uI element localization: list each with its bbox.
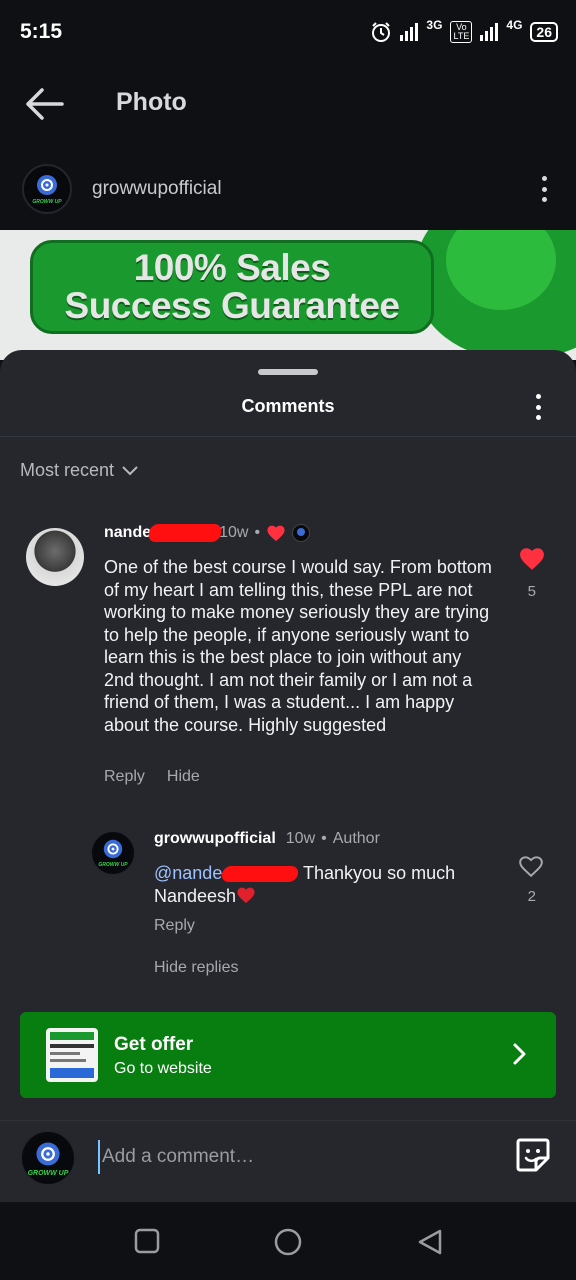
like-count: 5 (527, 583, 536, 600)
system-nav-bar (0, 1202, 576, 1280)
dot-separator: • (254, 524, 261, 541)
divider (0, 436, 576, 437)
post-author-avatar[interactable]: GROWW UP (22, 164, 72, 214)
hide-replies-button[interactable]: Hide replies (154, 959, 238, 977)
reply-author-avatar[interactable]: GROWW UP (90, 830, 136, 876)
current-user-avatar: GROWW UP (20, 1130, 76, 1186)
dot-separator: • (321, 830, 327, 847)
heart-filled-icon (520, 548, 544, 570)
author-mini-avatar-icon (292, 524, 311, 542)
comment-actions: Reply Hide (104, 768, 200, 786)
triangle-back-icon (418, 1229, 442, 1255)
redaction-mark (147, 524, 223, 542)
status-time: 5:15 (20, 20, 63, 43)
status-icons: 3G Vo LTE 4G 26 (370, 18, 558, 46)
post-image[interactable]: 100% Sales Success Guarantee (0, 230, 576, 360)
gear-logo-icon (36, 1142, 60, 1166)
comment-text: One of the best course I would say. From… (104, 557, 492, 735)
reply-button[interactable]: Reply (104, 768, 145, 786)
comment-header: nande 10w • (104, 524, 311, 542)
sheet-drag-handle[interactable] (258, 369, 318, 375)
square-icon (134, 1228, 160, 1254)
banner-line-2: Success Guarantee (64, 285, 400, 326)
sticker-icon (516, 1138, 550, 1172)
alarm-icon (372, 22, 391, 42)
offer-thumbnail (46, 1028, 98, 1082)
mention-link[interactable]: @nande (154, 863, 222, 883)
gear-logo-icon (37, 175, 57, 195)
author-label: Author (332, 830, 380, 847)
reply-text: @nande Thankyou so much Nandeesh (154, 862, 494, 907)
sticker-button[interactable] (514, 1136, 552, 1174)
reply-header: growwupofficial 10w • Author (154, 830, 380, 848)
offer-title: Get offer (114, 1034, 194, 1055)
post-author-username[interactable]: growwupofficial (92, 178, 222, 200)
chevron-right-icon (513, 1043, 526, 1065)
banner-headline-pill: 100% Sales Success Guarantee (30, 240, 434, 334)
network-3g: 3G (426, 18, 443, 32)
logo-caption: GROWW UP (98, 862, 128, 868)
banner-line-1: 100% Sales (133, 247, 331, 288)
heart-outline-icon (519, 856, 543, 878)
like-button[interactable] (518, 546, 546, 576)
hide-button[interactable]: Hide (167, 768, 200, 786)
reply-reply-button[interactable]: Reply (154, 917, 195, 935)
sort-label: Most recent (20, 460, 115, 480)
signal-icon (400, 23, 419, 41)
top-bar: Photo (0, 64, 576, 144)
redaction-mark (220, 866, 300, 883)
arrow-left-icon (26, 88, 64, 120)
post-more-button[interactable] (540, 176, 548, 202)
chevron-down-icon (122, 465, 138, 475)
gear-logo-icon (103, 839, 123, 859)
recents-button[interactable] (134, 1228, 160, 1259)
sort-dropdown[interactable]: Most recent (20, 460, 138, 481)
comment-time: 10w (219, 524, 249, 541)
reply-text-tail: Thankyou so much (303, 863, 456, 883)
commenter-avatar[interactable] (26, 528, 84, 586)
comment-input[interactable] (98, 1140, 478, 1174)
circle-icon (274, 1228, 302, 1256)
signal-icon-2 (480, 23, 499, 41)
reply-like-button[interactable] (518, 854, 544, 883)
back-button[interactable] (24, 86, 64, 122)
logo-caption: GROWW UP (27, 1170, 69, 1177)
battery-indicator: 26 (530, 22, 558, 42)
red-heart-emoji-icon (237, 887, 255, 903)
logo-caption: GROWW UP (32, 199, 62, 205)
post-author-row: GROWW UP growwupofficial (0, 144, 576, 230)
get-offer-banner[interactable]: Get offer Go to website (20, 1012, 556, 1098)
battery-level: 26 (536, 24, 552, 40)
comments-sheet: Comments Most recent nande 10w • One of … (0, 350, 576, 1202)
status-bar: 5:15 3G Vo LTE 4G 26 (0, 0, 576, 64)
home-button[interactable] (274, 1228, 302, 1261)
divider (0, 1120, 576, 1121)
volte-badge: Vo LTE (450, 21, 473, 43)
page-title: Photo (116, 88, 187, 116)
reply-time: 10w (285, 830, 316, 847)
sheet-more-button[interactable] (536, 394, 542, 420)
author-liked-heart-icon (267, 525, 285, 542)
network-4g: 4G (506, 18, 523, 32)
back-nav-button[interactable] (416, 1228, 444, 1261)
reply-text-line2: Nandeesh (154, 885, 237, 906)
sheet-title: Comments (241, 396, 335, 416)
reply-like-count: 2 (527, 888, 536, 905)
reply-username[interactable]: growwupofficial (154, 830, 276, 848)
commenter-username[interactable]: nande (104, 524, 151, 542)
offer-subtitle: Go to website (114, 1060, 212, 1077)
